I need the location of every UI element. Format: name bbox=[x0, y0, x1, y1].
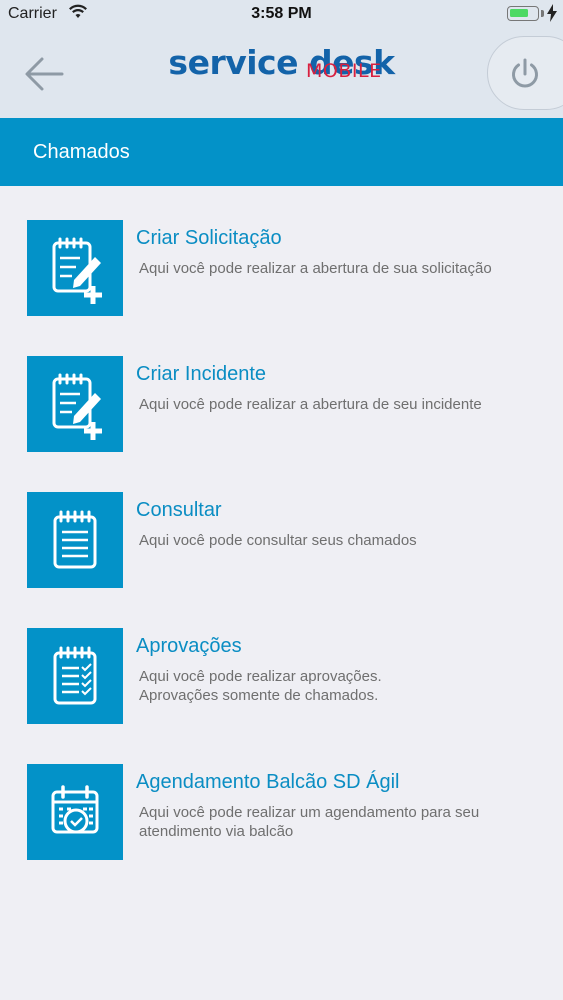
description-line: Aprovações somente de chamados. bbox=[139, 687, 379, 704]
menu-item-criar-solicitacao[interactable]: Criar Solicitação Aqui você pode realiza… bbox=[27, 220, 547, 316]
logo-sub-text: MOBILE bbox=[306, 60, 382, 82]
menu-item-description: Aqui você pode consultar seus chamados bbox=[139, 532, 417, 549]
logo-main-text: service desk bbox=[168, 43, 395, 82]
menu-item-description: Aqui você pode realizar aprovações. Apro… bbox=[139, 667, 549, 705]
scheduling-tile bbox=[27, 764, 123, 860]
menu-item-title: Agendamento Balcão SD Ágil bbox=[136, 771, 400, 793]
calendar-check-icon bbox=[51, 785, 99, 834]
menu-item-criar-incidente[interactable]: Criar Incidente Aqui você pode realizar … bbox=[27, 356, 547, 452]
status-bar: Carrier 3:58 PM bbox=[0, 0, 563, 28]
approvals-tile bbox=[27, 628, 123, 724]
consult-tile bbox=[27, 492, 123, 588]
battery-tip bbox=[541, 10, 544, 17]
section-header: Chamados bbox=[0, 118, 563, 186]
create-incident-tile bbox=[27, 356, 123, 452]
power-icon bbox=[512, 58, 538, 88]
menu-item-description: Aqui você pode realizar um agendamento p… bbox=[139, 804, 480, 840]
menu-item-aprovacoes[interactable]: Aprovações Aqui você pode realizar aprov… bbox=[27, 628, 547, 724]
service-desk-logo: service desk bbox=[0, 46, 563, 80]
create-request-tile bbox=[27, 220, 123, 316]
nav-bar: service desk MOBILE bbox=[0, 28, 563, 118]
create-request-icon bbox=[52, 237, 102, 304]
menu-item-description: Aqui você pode realizar a abertura de su… bbox=[139, 260, 492, 277]
menu-item-title: Aprovações bbox=[136, 635, 242, 657]
section-title: Chamados bbox=[33, 141, 130, 163]
menu-item-consultar[interactable]: Consultar Aqui você pode consultar seus … bbox=[27, 492, 547, 588]
consult-list-icon bbox=[53, 510, 97, 569]
charging-bolt-icon bbox=[547, 4, 557, 27]
battery-icon bbox=[507, 6, 539, 21]
create-incident-icon bbox=[52, 373, 102, 440]
menu-item-agendamento[interactable]: Agendamento Balcão SD Ágil Aqui você pod… bbox=[27, 764, 547, 860]
power-button[interactable] bbox=[487, 36, 563, 110]
menu-item-description: Aqui você pode realizar a abertura de se… bbox=[139, 396, 482, 413]
description-line: Aqui você pode realizar aprovações. bbox=[139, 668, 382, 685]
approvals-checklist-icon bbox=[53, 646, 97, 705]
menu-item-title: Consultar bbox=[136, 499, 222, 521]
menu-item-title: Criar Incidente bbox=[136, 363, 267, 385]
clock: 3:58 PM bbox=[251, 5, 312, 22]
menu-item-title: Criar Solicitação bbox=[136, 227, 282, 249]
battery-level bbox=[510, 9, 528, 17]
